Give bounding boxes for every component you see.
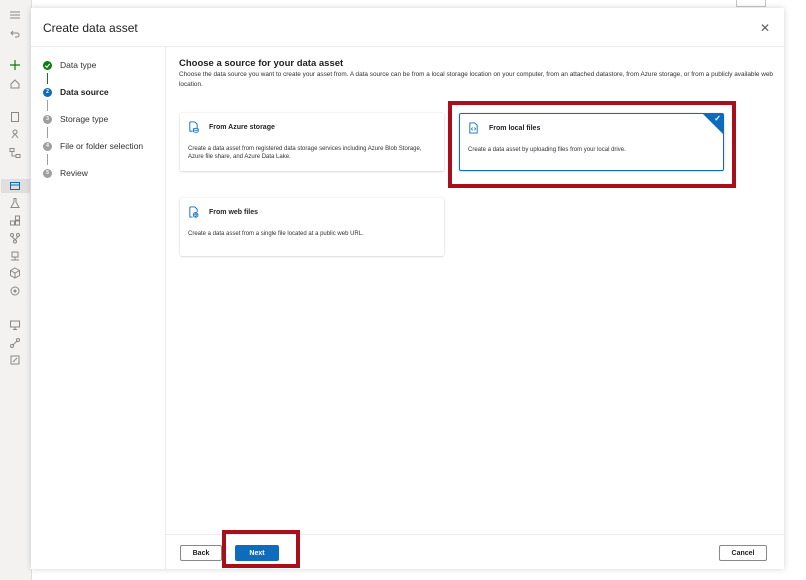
designer-icon[interactable]	[8, 146, 22, 160]
step-data-type[interactable]: Data type	[43, 58, 96, 72]
notebook-icon[interactable]	[8, 110, 22, 124]
cancel-button[interactable]: Cancel	[719, 545, 767, 561]
step-connector	[47, 154, 48, 165]
data-icon[interactable]	[8, 179, 22, 193]
azure-storage-icon	[189, 121, 199, 133]
compute-icon[interactable]	[8, 318, 22, 332]
step-connector	[47, 127, 48, 138]
endpoints-icon[interactable]	[8, 284, 22, 298]
models-cube-icon[interactable]	[8, 266, 22, 280]
step-storage-type[interactable]: 3 Storage type	[43, 112, 108, 126]
app-nav-rail	[0, 0, 32, 580]
card-title: From local files	[489, 124, 541, 132]
plus-icon[interactable]	[8, 58, 22, 72]
step-complete-check-icon	[43, 60, 52, 70]
home-icon[interactable]	[8, 77, 22, 91]
card-description: Create a data asset by uploading files f…	[468, 147, 626, 153]
step-label: Data type	[60, 60, 97, 70]
card-description: Create a data asset from a single file l…	[188, 231, 364, 237]
hamburger-menu-icon[interactable]	[8, 8, 22, 22]
step-label: File or folder selection	[60, 141, 144, 151]
source-card-local-files[interactable]: From local files Create a data asset by …	[459, 113, 724, 171]
step-number-badge: 4	[43, 141, 52, 151]
source-card-azure-storage[interactable]: From Azure storage Create a data asset f…	[180, 113, 444, 171]
checkmark-icon: ✓	[714, 114, 721, 123]
section-description: Choose the data source you want to creat…	[179, 71, 773, 88]
step-data-source[interactable]: 2 Data source	[43, 85, 109, 99]
back-button[interactable]: Back	[180, 545, 222, 561]
step-connector	[47, 73, 48, 84]
step-label: Review	[60, 168, 88, 178]
step-review[interactable]: 5 Review	[43, 166, 88, 180]
environments-icon[interactable]	[8, 249, 22, 263]
step-connector	[47, 100, 48, 111]
web-file-icon	[189, 206, 199, 218]
labeling-icon[interactable]	[8, 353, 22, 367]
create-data-asset-dialog: Create data asset ✕ Data type 2 Data sou…	[31, 8, 784, 569]
automl-icon[interactable]	[8, 127, 22, 141]
step-label: Data source	[60, 87, 109, 97]
back-arrow-icon[interactable]	[8, 27, 22, 41]
section-title: Choose a source for your data asset	[179, 58, 344, 69]
step-file-or-folder-selection[interactable]: 4 File or folder selection	[43, 139, 143, 153]
pipelines-icon[interactable]	[8, 231, 22, 245]
card-description: Create a data asset from registered data…	[188, 146, 422, 160]
jobs-flask-icon[interactable]	[8, 196, 22, 210]
next-button[interactable]: Next	[235, 545, 279, 561]
step-number-badge: 5	[43, 168, 52, 178]
step-label: Storage type	[60, 114, 109, 124]
steps-divider	[165, 46, 166, 569]
step-number-badge: 2	[43, 87, 52, 97]
source-card-web-files[interactable]: From web files Create a data asset from …	[180, 198, 444, 256]
linked-services-icon[interactable]	[8, 336, 22, 350]
footer-divider	[166, 534, 784, 535]
dialog-title: Create data asset	[43, 21, 138, 35]
background-control	[736, 0, 766, 7]
card-title: From web files	[209, 208, 259, 216]
components-icon[interactable]	[8, 214, 22, 228]
wizard-steps: Data type 2 Data source 3 Storage type 4…	[31, 46, 165, 569]
step-number-badge: 3	[43, 114, 52, 124]
close-icon[interactable]: ✕	[760, 21, 770, 35]
local-file-icon	[469, 122, 478, 134]
card-title: From Azure storage	[209, 123, 275, 131]
